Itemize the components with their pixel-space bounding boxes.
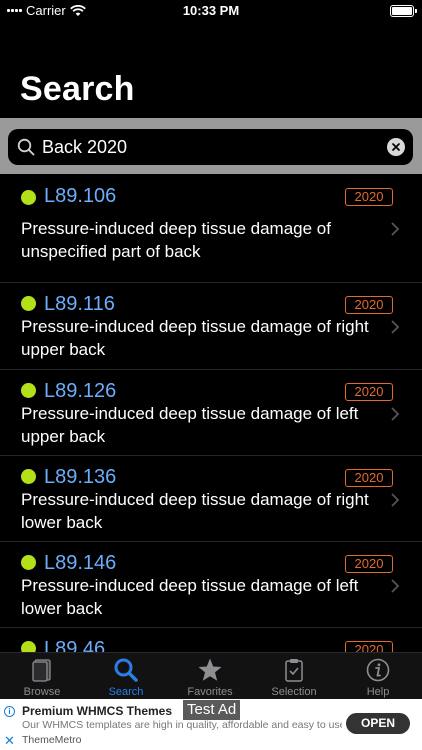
search-icon <box>17 138 35 156</box>
status-bar: Carrier 10:33 PM <box>0 0 422 22</box>
result-code: L89.46 <box>44 638 106 652</box>
results-list: L89.106 2020 Pressure-induced deep tissu… <box>0 174 422 652</box>
year-badge: 2020 <box>345 555 393 573</box>
result-description: Pressure-induced deep tissue damage of r… <box>21 490 369 532</box>
result-row[interactable]: L89.46 2020 <box>0 628 422 652</box>
tab-favorites[interactable]: Favorites <box>168 653 252 700</box>
chevron-right-icon <box>391 407 400 421</box>
chevron-right-icon <box>391 320 400 334</box>
result-row[interactable]: L89.136 2020 Pressure-induced deep tissu… <box>0 456 422 542</box>
chevron-right-icon <box>391 493 400 507</box>
ad-brand: ThemeMetro <box>22 734 82 746</box>
result-code: L89.136 <box>44 466 117 488</box>
result-code: L89.126 <box>44 380 117 402</box>
status-dot-icon <box>21 190 36 205</box>
result-description: Pressure-induced deep tissue damage of l… <box>21 404 359 446</box>
result-row[interactable]: L89.116 2020 Pressure-induced deep tissu… <box>0 283 422 370</box>
year-badge: 2020 <box>345 641 393 652</box>
ad-description: Our WHMCS templates are high in quality,… <box>22 719 342 731</box>
tab-search[interactable]: Search <box>84 653 168 700</box>
clipboard-icon <box>285 659 303 682</box>
star-icon <box>198 658 222 681</box>
chevron-right-icon <box>391 222 400 236</box>
test-ad-label: Test Ad <box>183 700 241 720</box>
result-row[interactable]: L89.126 2020 Pressure-induced deep tissu… <box>0 370 422 456</box>
search-input[interactable] <box>42 136 372 158</box>
ad-title: Premium WHMCS Themes <box>22 704 173 718</box>
book-icon <box>32 659 51 682</box>
search-field[interactable] <box>8 129 413 165</box>
tab-label: Help <box>366 686 390 698</box>
search-icon <box>114 658 138 682</box>
page-title: Search <box>20 70 135 108</box>
result-description: Pressure-induced deep tissue damage of l… <box>21 576 359 618</box>
info-icon <box>366 658 390 682</box>
year-badge: 2020 <box>345 383 393 401</box>
tab-label: Favorites <box>187 686 233 698</box>
result-row[interactable]: L89.146 2020 Pressure-induced deep tissu… <box>0 542 422 628</box>
ad-info-icon[interactable]: i <box>4 706 15 717</box>
battery-icon <box>390 5 417 17</box>
status-time: 10:33 PM <box>182 3 240 18</box>
chevron-right-icon <box>391 579 400 593</box>
tab-label: Browse <box>23 686 61 698</box>
status-dot-icon <box>21 296 36 311</box>
year-badge: 2020 <box>345 469 393 487</box>
tab-selection[interactable]: Selection <box>252 653 336 700</box>
status-dot-icon <box>21 641 36 652</box>
ad-close-icon[interactable]: ✕ <box>4 734 15 747</box>
status-dot-icon <box>21 469 36 484</box>
tab-label: Selection <box>271 686 317 698</box>
result-code: L89.146 <box>44 552 117 574</box>
result-description: Pressure-induced deep tissue damage of r… <box>21 317 369 359</box>
result-code: L89.116 <box>44 293 115 315</box>
search-bar <box>0 118 422 174</box>
status-dot-icon <box>21 383 36 398</box>
tab-label: Search <box>108 686 144 698</box>
tab-browse[interactable]: Browse <box>0 653 84 700</box>
tab-help[interactable]: Help <box>336 653 420 700</box>
ad-open-button[interactable]: OPEN <box>346 713 410 734</box>
status-dot-icon <box>21 555 36 570</box>
year-badge: 2020 <box>345 188 393 206</box>
result-description: Pressure-induced deep tissue damage of u… <box>21 219 331 261</box>
clear-search-icon[interactable] <box>387 138 405 156</box>
year-badge: 2020 <box>345 296 393 314</box>
result-code: L89.106 <box>44 185 117 207</box>
result-row[interactable]: L89.106 2020 Pressure-induced deep tissu… <box>0 174 422 283</box>
tab-bar: Browse Search Favorites Selection Help <box>0 652 422 699</box>
